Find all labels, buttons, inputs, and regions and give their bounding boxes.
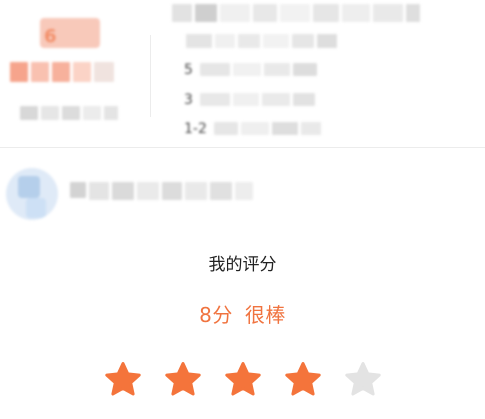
star-filled-icon[interactable] — [104, 361, 142, 397]
star-filled-icon[interactable] — [224, 361, 262, 397]
star-filled-icon[interactable] — [284, 361, 322, 397]
hero-value: 6 — [44, 26, 57, 47]
score-value: 8分 — [199, 303, 233, 327]
section-divider — [0, 147, 485, 148]
obscured-title — [10, 62, 114, 82]
obscured-info-header — [172, 4, 420, 22]
avatar — [6, 168, 58, 220]
rating-title: 我的评分 — [208, 255, 277, 275]
info-line-3-prefix: 1-2 — [184, 121, 207, 137]
score-verdict: 很棒 — [244, 303, 286, 327]
vertical-divider — [150, 35, 151, 117]
star-empty-icon[interactable] — [344, 361, 382, 397]
obscured-info-line-3 — [214, 122, 321, 135]
obscured-info-line-2 — [200, 93, 315, 106]
obscured-info-line-0 — [186, 34, 337, 48]
summary-card: 6 5 3 1-2 — [0, 0, 485, 146]
obscured-user-name — [70, 182, 253, 200]
obscured-info-line-1 — [200, 63, 317, 76]
star-rating[interactable] — [0, 361, 485, 397]
star-filled-icon[interactable] — [164, 361, 202, 397]
info-line-2-prefix: 3 — [184, 92, 193, 108]
info-line-1-prefix: 5 — [184, 62, 193, 78]
obscured-subtitle — [20, 106, 118, 120]
rating-score: 8分 很棒 — [0, 299, 485, 328]
